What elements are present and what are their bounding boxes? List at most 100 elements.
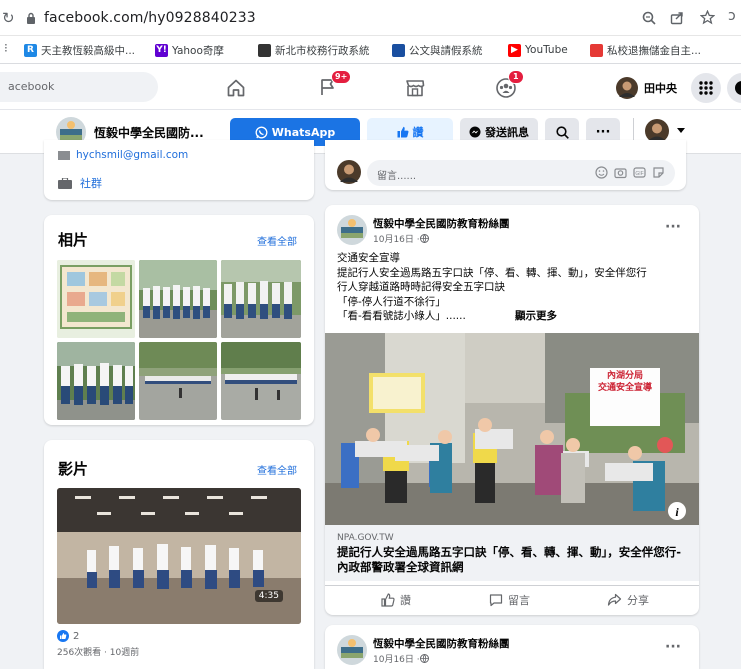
bookmark-item[interactable]: 新北市校務行政系統 bbox=[258, 42, 370, 58]
lock-icon[interactable] bbox=[26, 12, 36, 25]
bookmark-label: Yahoo奇摩 bbox=[172, 44, 224, 57]
photo-thumbnail[interactable] bbox=[221, 342, 301, 420]
apps-dots-icon[interactable]: ⁝ bbox=[4, 41, 8, 55]
zoom-icon[interactable] bbox=[642, 11, 656, 25]
user-name: 田中央 bbox=[644, 82, 677, 95]
post-options-icon[interactable]: ··· bbox=[665, 639, 681, 655]
bookmark-item[interactable]: R 天主教恆毅高級中... bbox=[24, 42, 135, 58]
post-author-name[interactable]: 恆毅中學全民國防教育粉絲團 bbox=[373, 216, 510, 231]
flag-badge: 9+ bbox=[331, 70, 352, 84]
groups-nav[interactable]: 1 bbox=[495, 70, 524, 99]
sticker-icon[interactable] bbox=[652, 166, 665, 179]
photo-thumbnail[interactable] bbox=[139, 260, 217, 338]
post-author-avatar[interactable] bbox=[337, 635, 367, 665]
post-meta: 10月16日 · bbox=[373, 652, 429, 665]
thumbs-up-outline-icon bbox=[381, 593, 395, 607]
videos-see-all-link[interactable]: 查看全部 bbox=[257, 462, 297, 477]
user-avatar bbox=[616, 77, 638, 99]
post-author-avatar[interactable] bbox=[337, 215, 367, 245]
mail-icon bbox=[58, 150, 70, 160]
category-row[interactable]: 社群 bbox=[58, 175, 102, 191]
videos-title: 影片 bbox=[58, 460, 89, 478]
link-domain: NPA.GOV.TW bbox=[337, 533, 394, 543]
photos-see-all-link[interactable]: 查看全部 bbox=[257, 233, 297, 248]
post-text-line: 提記行人安全過馬路五字口訣「停、看、轉、揮、動」，安全伴您行 bbox=[337, 266, 647, 279]
svg-text:GIF: GIF bbox=[635, 171, 643, 177]
share-icon bbox=[607, 593, 622, 606]
post-options-icon[interactable]: ··· bbox=[665, 219, 681, 235]
see-more-link[interactable]: 顯示更多 bbox=[515, 309, 557, 324]
facebook-search-input[interactable]: acebook bbox=[0, 72, 158, 102]
bookmark-item[interactable]: ▶ YouTube bbox=[508, 42, 568, 58]
photo-thumbnail[interactable] bbox=[139, 342, 217, 420]
bookmarks-bar: ⁝ R 天主教恆毅高級中... Y! Yahoo奇摩 新北市校務行政系統 公文與請假系統 ▶… bbox=[0, 36, 741, 64]
video-reactions[interactable]: 2 bbox=[57, 630, 79, 642]
profile-button[interactable]: 田中央 bbox=[616, 77, 677, 99]
video-thumbnail[interactable]: 4:35 bbox=[57, 488, 301, 624]
bookmark-item[interactable]: 私校退撫儲金自主... bbox=[590, 42, 701, 58]
videos-card: 影片 查看全部 4:35 2 256次觀看 · 10週前 bbox=[44, 440, 314, 669]
photo-thumbnail[interactable] bbox=[57, 342, 135, 420]
bookmark-favicon-icon bbox=[258, 43, 271, 57]
comment-action-button[interactable]: 留言 bbox=[489, 592, 530, 608]
whatsapp-icon bbox=[255, 126, 268, 138]
browser-address-bar: ↻ facebook.com/hy0928840233 ɔ bbox=[0, 0, 741, 36]
feed-post: 恆毅中學全民國防教育粉絲團 10月16日 · ··· 交通安全宣導 提記行人安全過… bbox=[325, 205, 699, 615]
messenger-small-icon bbox=[469, 126, 481, 138]
bookmark-item[interactable]: 公文與請假系統 bbox=[392, 42, 483, 58]
divider bbox=[325, 585, 699, 586]
menu-button[interactable] bbox=[691, 73, 721, 103]
email-link[interactable]: hychsmil@gmail.com bbox=[76, 150, 188, 160]
bookmark-favicon-icon: ▶ bbox=[508, 43, 521, 57]
grid-menu-icon bbox=[699, 81, 713, 95]
like-action-label: 讚 bbox=[400, 594, 411, 607]
camera-icon[interactable] bbox=[614, 166, 627, 179]
gif-icon[interactable]: GIF bbox=[633, 166, 646, 179]
photo-thumbnail[interactable] bbox=[57, 260, 135, 338]
image-sign-text: 內湖分局 交通安全宣導 bbox=[597, 371, 652, 393]
reload-icon[interactable]: ↻ bbox=[2, 9, 15, 27]
briefcase-icon bbox=[58, 177, 72, 189]
comment-icon bbox=[489, 594, 503, 607]
page-name[interactable]: 恆毅中學全民國防... bbox=[94, 124, 204, 141]
bookmark-star-icon[interactable] bbox=[700, 10, 715, 25]
photos-card: 相片 查看全部 bbox=[44, 215, 314, 425]
bookmark-favicon-icon: R bbox=[24, 43, 37, 57]
marketplace-icon[interactable] bbox=[405, 78, 425, 98]
photo-thumbnail[interactable] bbox=[221, 260, 301, 338]
facebook-top-nav: acebook 9+ 1 田中央 bbox=[0, 64, 741, 110]
bookmark-favicon-icon bbox=[392, 43, 405, 57]
like-action-button[interactable]: 讚 bbox=[381, 592, 411, 608]
post-image[interactable]: i 內湖分局 交通安全宣導 bbox=[325, 333, 699, 525]
home-icon[interactable] bbox=[226, 78, 246, 98]
pages-nav[interactable]: 9+ bbox=[318, 70, 352, 97]
chevron-down-icon bbox=[677, 128, 685, 133]
bookmark-favicon-icon bbox=[590, 43, 603, 57]
share-action-button[interactable]: 分享 bbox=[607, 592, 649, 608]
feed-post: 恆毅中學全民國防教育粉絲團 10月16日 · ··· bbox=[325, 625, 699, 669]
url-text[interactable]: facebook.com/hy0928840233 bbox=[44, 10, 256, 26]
video-views: 256次觀看 · 10週前 bbox=[57, 648, 140, 658]
post-text-line: 行人穿越道路時時記得安全五字口訣 bbox=[337, 281, 505, 293]
whatsapp-label: WhatsApp bbox=[271, 125, 336, 139]
link-title: 提記行人安全過馬路五字口訣「停、看、轉、揮、動」，安全伴您行-內政部警政署全球資… bbox=[337, 545, 682, 574]
extensions-icon[interactable]: ɔ bbox=[728, 8, 736, 24]
messenger-button[interactable] bbox=[727, 73, 741, 103]
category-link[interactable]: 社群 bbox=[80, 175, 102, 191]
send-message-label: 發送訊息 bbox=[485, 126, 529, 139]
comment-placeholder: 留言...... bbox=[377, 171, 417, 182]
email-row[interactable]: hychsmil@gmail.com bbox=[58, 150, 188, 160]
photos-title: 相片 bbox=[58, 231, 89, 249]
more-dots-icon: ··· bbox=[595, 124, 611, 140]
link-preview[interactable]: NPA.GOV.TW 提記行人安全過馬路五字口訣「停、看、轉、揮、動」，安全伴您… bbox=[325, 525, 699, 581]
post-author-name[interactable]: 恆毅中學全民國防教育粉絲團 bbox=[373, 636, 510, 651]
reaction-count: 2 bbox=[73, 630, 80, 642]
share-page-icon[interactable] bbox=[670, 11, 684, 25]
post-date[interactable]: 10月16日 · bbox=[373, 232, 420, 245]
bookmark-item[interactable]: Y! Yahoo奇摩 bbox=[155, 42, 224, 58]
bookmark-favicon-icon: Y! bbox=[155, 43, 168, 57]
post-date[interactable]: 10月16日 · bbox=[373, 652, 420, 665]
comment-composer: 留言...... GIF bbox=[325, 140, 686, 190]
comment-input[interactable]: 留言...... GIF bbox=[367, 160, 675, 186]
emoji-icon[interactable] bbox=[595, 166, 608, 179]
